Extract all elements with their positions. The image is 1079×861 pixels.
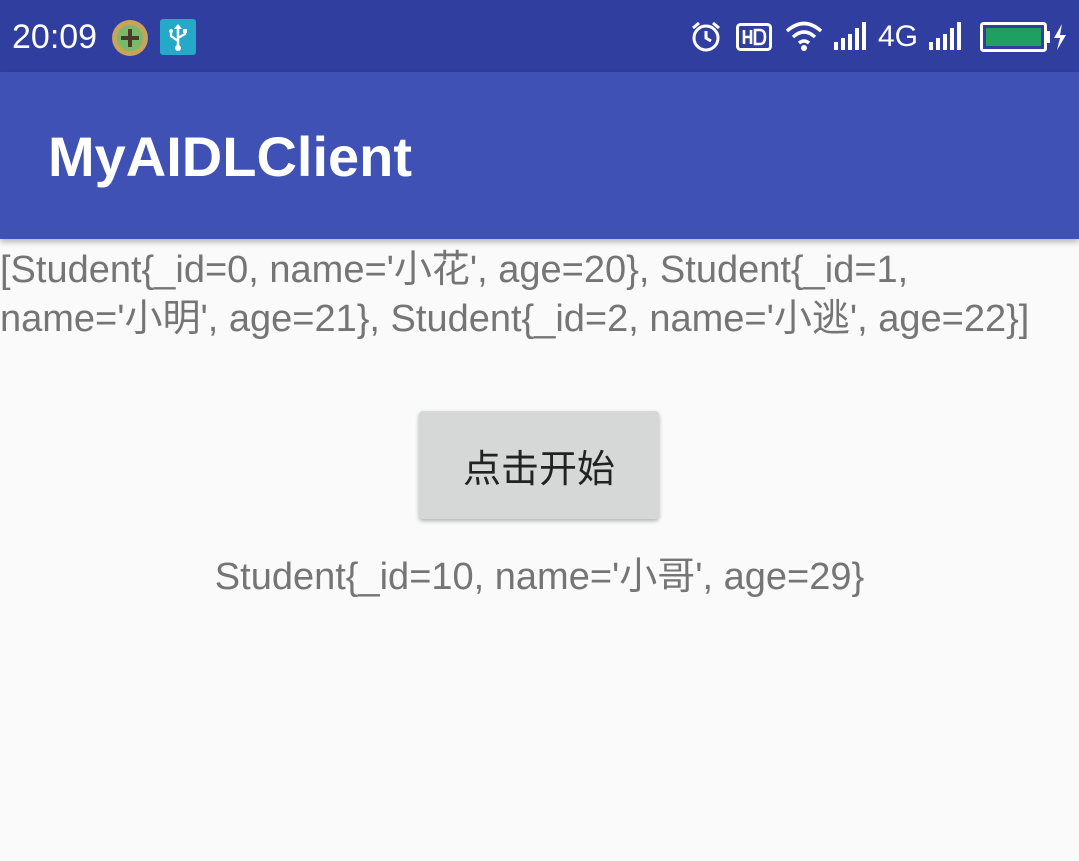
app-bar: MyAIDLClient — [0, 72, 1079, 239]
signal-icon-2 — [929, 22, 967, 55]
status-time: 20:09 — [12, 18, 98, 56]
alarm-icon — [689, 20, 723, 59]
signal-icon — [834, 22, 872, 55]
wifi-icon — [784, 20, 824, 57]
result-student-text: Student{_id=10, name='小哥', age=29} — [214, 556, 865, 598]
network-type-label: 4G — [878, 20, 919, 53]
app-notification-icon — [111, 19, 149, 62]
status-bar: 20:09 4G — [0, 0, 1079, 72]
battery-charging-icon — [980, 22, 1070, 57]
usb-icon — [160, 19, 196, 60]
student-list-text: [Student{_id=0, name='小花', age=20}, Stud… — [0, 249, 1030, 340]
app-title: MyAIDLClient — [48, 125, 412, 188]
hd-icon — [736, 23, 772, 56]
start-button[interactable]: 点击开始 — [419, 411, 659, 519]
